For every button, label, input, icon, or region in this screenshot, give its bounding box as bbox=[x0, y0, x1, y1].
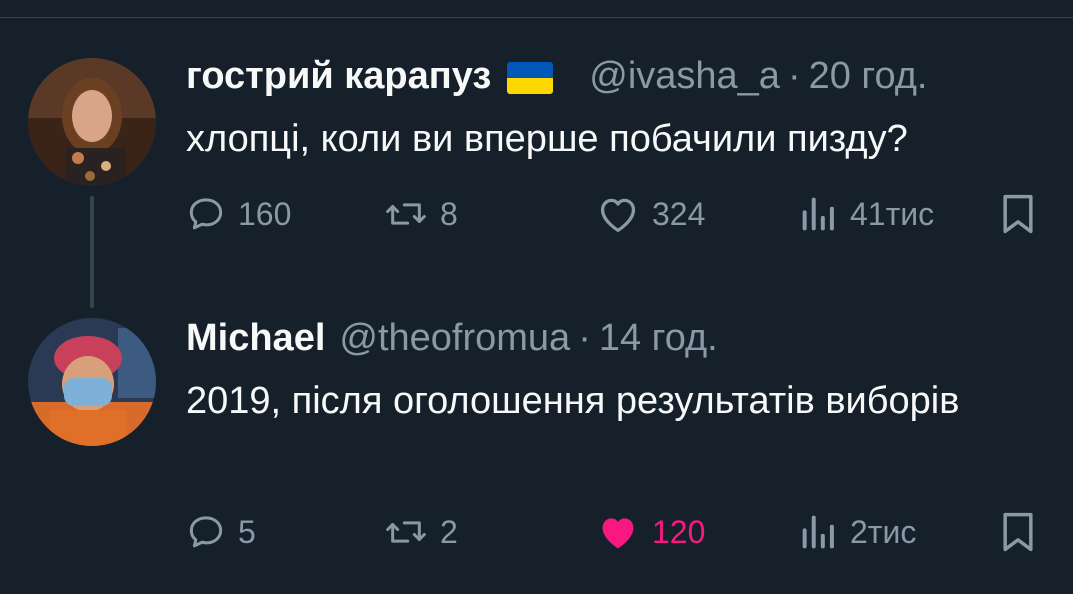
like-button[interactable]: 324 bbox=[596, 190, 705, 238]
retweet-count: 2 bbox=[440, 513, 458, 550]
avatar-2[interactable] bbox=[28, 318, 156, 446]
bookmark-button[interactable] bbox=[998, 190, 1038, 238]
bookmark-button[interactable] bbox=[998, 508, 1038, 556]
separator-dot: · bbox=[578, 317, 591, 359]
tweet-2-actions: 5 2 120 2тис bbox=[186, 508, 1046, 556]
tweet-timestamp[interactable]: 14 год. bbox=[599, 316, 718, 360]
ukraine-flag-icon bbox=[507, 62, 554, 94]
views-button[interactable]: 2тис bbox=[800, 508, 916, 556]
avatar-1[interactable] bbox=[28, 58, 156, 186]
reply-icon bbox=[189, 198, 223, 230]
separator-dot: · bbox=[787, 55, 801, 97]
author-handle[interactable]: @theofromua bbox=[339, 316, 570, 360]
heart-icon bbox=[600, 198, 636, 232]
tweet-text: хлопці, коли ви вперше побачили пизду? bbox=[186, 118, 908, 160]
thread-connector-line bbox=[90, 196, 94, 308]
tweet-1-actions: 160 8 324 41тис bbox=[186, 190, 1046, 238]
retweet-icon bbox=[386, 521, 426, 543]
reply-icon bbox=[189, 516, 223, 548]
view-count: 41тис bbox=[850, 195, 935, 232]
tweet-1-header: гострий карапуз @ivasha_a · 20 год. bbox=[186, 54, 927, 98]
bookmark-icon bbox=[1003, 512, 1033, 552]
retweet-count: 8 bbox=[440, 195, 458, 232]
tweet-text: 2019, після оголошення результатів вибор… bbox=[186, 380, 960, 422]
views-button[interactable]: 41тис bbox=[800, 190, 934, 238]
heart-filled-icon bbox=[602, 518, 634, 549]
like-count: 120 bbox=[652, 513, 706, 550]
bookmark-icon bbox=[1003, 194, 1033, 234]
top-divider bbox=[0, 0, 1073, 18]
reply-button[interactable]: 5 bbox=[186, 508, 256, 556]
views-chart-icon bbox=[802, 197, 834, 231]
retweet-button[interactable]: 2 bbox=[384, 508, 458, 556]
retweet-button[interactable]: 8 bbox=[384, 190, 458, 238]
author-name[interactable]: гострий карапуз bbox=[186, 54, 491, 98]
tweet-thread: гострий карапуз @ivasha_a · 20 год. хлоп… bbox=[0, 0, 1073, 594]
author-name[interactable]: Michael bbox=[186, 316, 325, 360]
views-chart-icon bbox=[802, 515, 834, 549]
tweet-2-header: Michael @theofromua · 14 год. bbox=[186, 316, 718, 360]
reply-button[interactable]: 160 bbox=[186, 190, 291, 238]
like-count: 324 bbox=[652, 195, 706, 232]
view-count: 2тис bbox=[850, 513, 917, 550]
tweet-timestamp[interactable]: 20 год. bbox=[809, 54, 928, 98]
reply-count: 160 bbox=[238, 195, 292, 232]
reply-count: 5 bbox=[238, 513, 256, 550]
retweet-icon bbox=[386, 203, 426, 225]
author-handle[interactable]: @ivasha_a bbox=[589, 54, 780, 98]
like-button[interactable]: 120 bbox=[596, 508, 705, 556]
